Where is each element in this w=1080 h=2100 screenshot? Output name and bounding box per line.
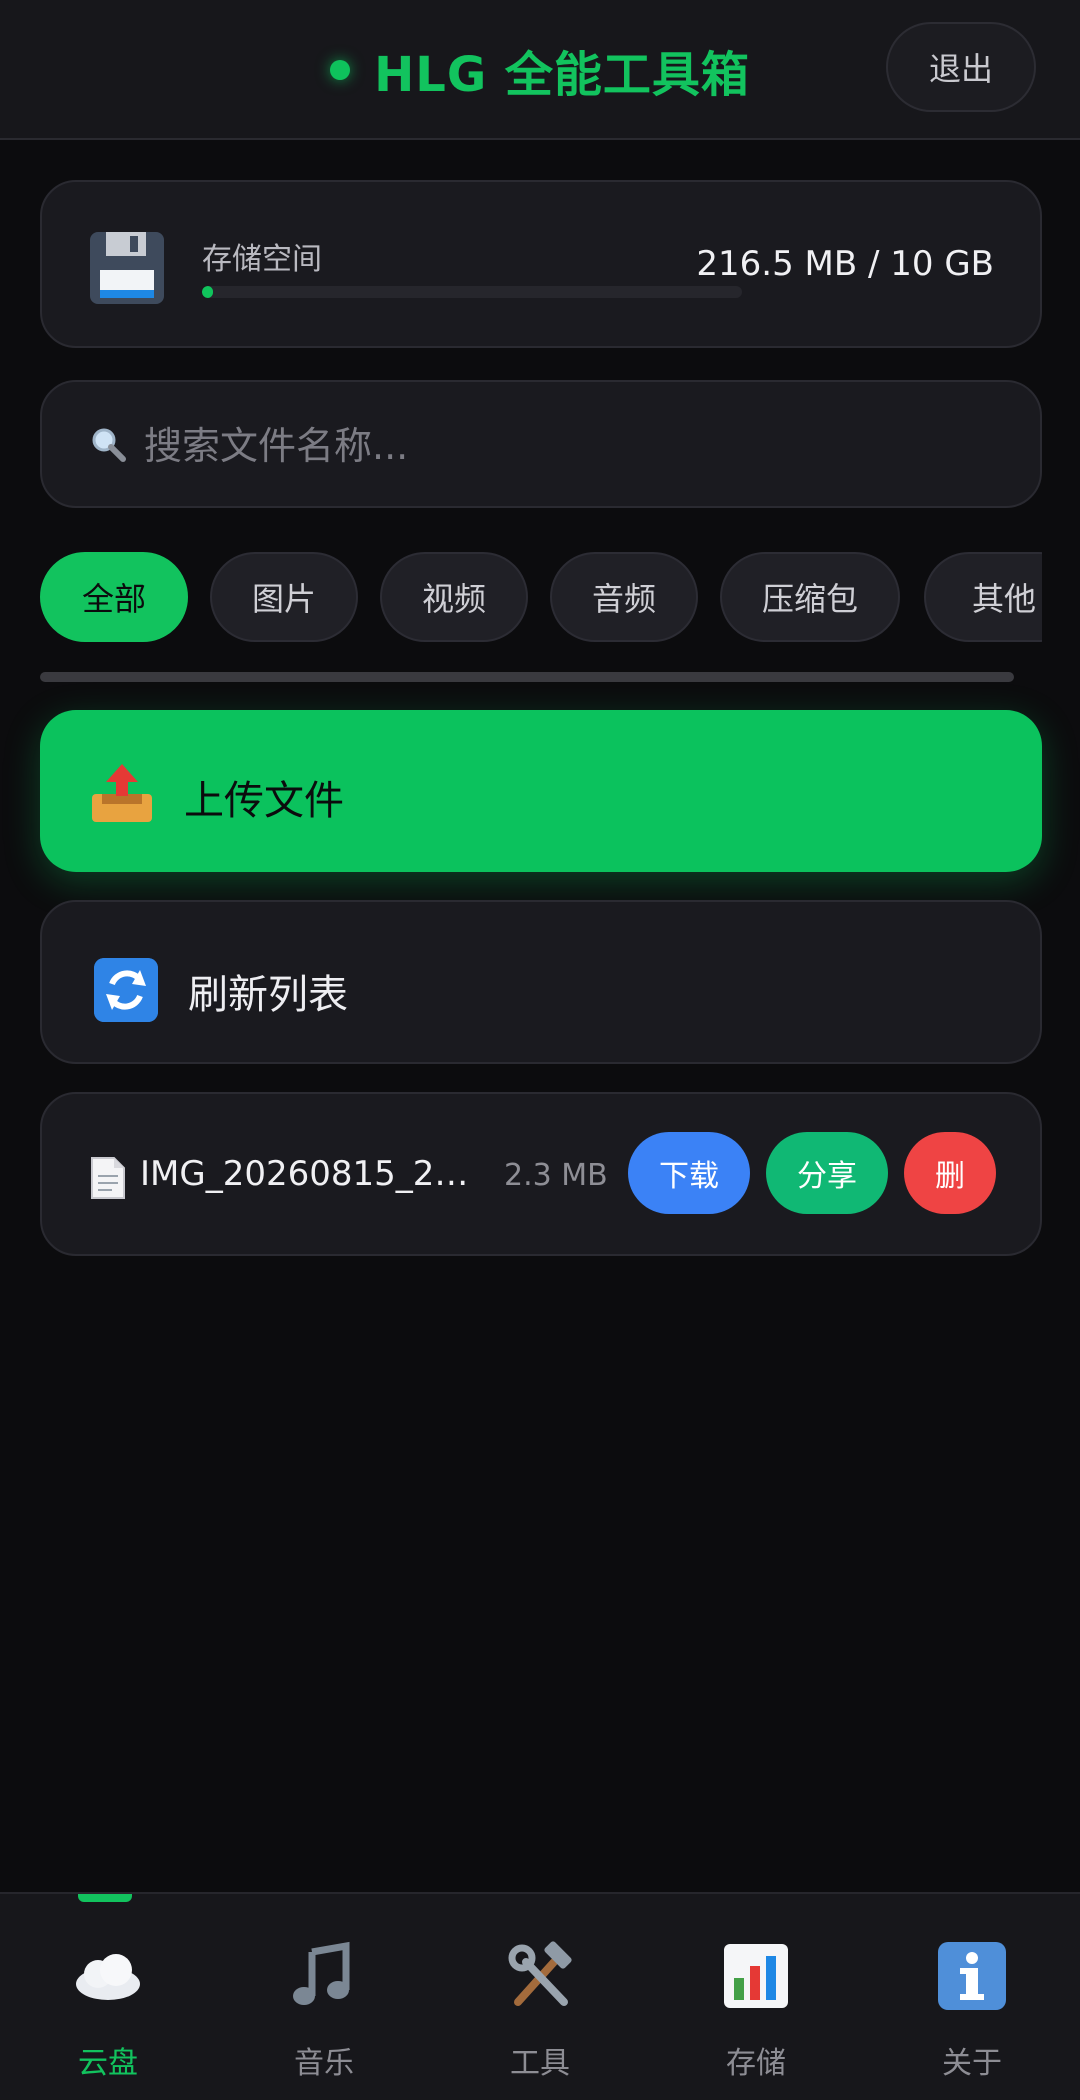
filter-chip-all[interactable]: 全部 [40,552,188,642]
nav-item-storage[interactable]: 存储 [648,1940,864,2090]
cloud-icon [76,1954,140,2000]
hammer-wrench-icon [508,1941,572,2006]
nav-item-about[interactable]: 关于 [864,1940,1080,2090]
upload-label: 上传文件 [184,778,344,824]
file-name: IMG_20260815_2… [140,1154,469,1194]
app-root: HLG 全能工具箱 退出 存储空间 216.5 MB / 10 GB 全部 图片… [0,0,1080,2100]
nav-label-storage: 存储 [726,2046,786,2081]
filter-chip-videos[interactable]: 视频 [380,552,528,642]
filter-scrollbar[interactable] [40,672,1014,682]
file-size: 2.3 MB [504,1158,608,1193]
search-input[interactable] [144,406,1004,486]
delete-button[interactable]: 删 [904,1132,996,1214]
app-title: HLG 全能工具箱 [374,47,750,103]
nav-label-cloud: 云盘 [78,2046,138,2081]
nav-item-music[interactable]: 音乐 [216,1940,432,2090]
music-note-icon [293,1941,350,2005]
nav-item-tools[interactable]: 工具 [432,1940,648,2090]
refresh-arrows-icon [94,958,158,1022]
document-icon [91,1157,125,1199]
filter-chip-images[interactable]: 图片 [210,552,358,642]
active-tab-indicator [78,1894,132,1902]
status-dot-icon [330,60,351,80]
refresh-list-button[interactable]: 刷新列表 [40,900,1042,1064]
logout-button[interactable]: 退出 [886,22,1036,112]
nav-label-tools: 工具 [510,2046,570,2081]
storage-progress-bar [202,286,742,298]
bar-chart-icon [724,1944,788,2008]
filter-chips: 全部 图片 视频 音频 压缩包 其他 [40,550,1042,644]
floppy-disk-icon [90,232,164,304]
download-button[interactable]: 下载 [628,1132,750,1214]
top-bar: HLG 全能工具箱 退出 [0,0,1080,140]
filter-chip-audio[interactable]: 音频 [550,552,698,642]
refresh-label: 刷新列表 [188,972,348,1018]
search-box [40,380,1042,508]
info-icon [938,1942,1006,2010]
outbox-tray-icon [92,764,152,822]
filter-chip-other[interactable]: 其他 [924,552,1042,642]
nav-item-cloud[interactable]: 云盘 [0,1940,216,2090]
storage-usage-text: 216.5 MB / 10 GB [696,244,994,284]
nav-label-music: 音乐 [294,2046,354,2081]
file-list-item: IMG_20260815_2… 2.3 MB 下载 分享 删 [40,1092,1042,1256]
share-button[interactable]: 分享 [766,1132,888,1214]
nav-label-about: 关于 [942,2046,1002,2081]
magnifier-icon [92,428,126,462]
storage-card: 存储空间 216.5 MB / 10 GB [40,180,1042,348]
bottom-navigation: 云盘 音乐 工具 存储 关于 [0,1892,1080,2100]
upload-file-button[interactable]: 上传文件 [40,710,1042,872]
storage-progress-fill [202,286,214,298]
storage-label: 存储空间 [202,242,322,277]
filter-chip-archives[interactable]: 压缩包 [720,552,900,642]
